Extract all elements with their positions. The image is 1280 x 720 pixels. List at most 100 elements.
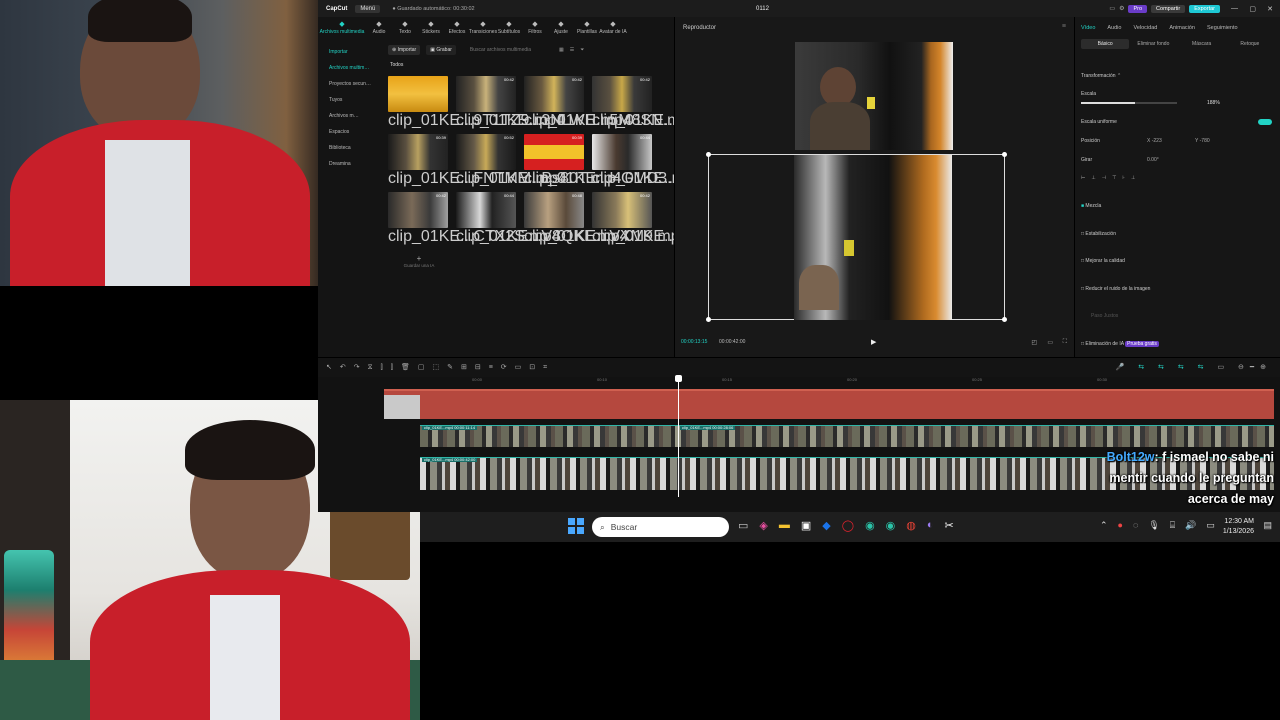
tool-adjust[interactable]: ◆ Ajuste [548,17,574,39]
media-item[interactable]: 00:44 clip_01KE...QCEAP.mp4 [592,134,767,187]
fullscreen-icon[interactable]: ⛶ [1063,339,1067,346]
maximize-icon[interactable]: ▢ [1249,5,1256,13]
edit-tools[interactable]: ↖↶↷⧖⫿⫿🗑▢⬚✎⊞⊟≡⟳▭⊡⌗ [326,363,555,372]
timeline-right-tools[interactable]: 🎤 ⇆ ⇆ ⇆ ⇆ ▭ ⊖━⊕ [1116,363,1272,371]
clock[interactable]: 12:30 AM 1/13/2026 [1223,517,1254,537]
filter-icon[interactable]: ⏷ [580,47,584,53]
battery-icon[interactable]: ▭ [1206,520,1215,531]
menu-button[interactable]: Menú [355,4,381,13]
capcut-icon[interactable]: ✂ [945,519,954,532]
start-icon[interactable] [568,518,584,534]
export-button[interactable]: Exportar [1189,4,1220,13]
tool-audio[interactable]: ◆ Audio [366,17,392,39]
opera-icon[interactable]: ◯ [842,519,854,532]
sidebar-item-3[interactable]: Tuyos [318,92,382,108]
edge-beta-icon[interactable]: ◉ [886,519,896,532]
props-subtab-0[interactable]: Básico [1081,39,1130,49]
playhead[interactable] [675,375,682,497]
media-item[interactable]: 00:52 clip_01KE...Bs80T.mp4 [456,134,621,187]
uniform-scale-toggle[interactable] [1258,119,1272,125]
props-tab-0[interactable]: Vídeo [1081,25,1095,31]
microphone-icon[interactable]: 🎙 [1148,520,1159,531]
props-tab-4[interactable]: Seguimiento [1207,25,1238,31]
tool-subtitles[interactable]: ◆ Subtítulos [496,17,522,39]
props-tab-1[interactable]: Audio [1107,25,1121,31]
props-subtab-3[interactable]: Retoque [1226,39,1274,49]
media-item[interactable]: 00:42 clip_01KE...6T730.mp4 [592,192,758,245]
grid-view-icon[interactable]: ▦ [559,47,564,53]
recording-icon[interactable]: ● [1118,520,1123,531]
outlook-icon[interactable]: ◆ [822,519,830,532]
media-item[interactable]: 00:44 clip_01KE...V8QKL.mp4 [456,192,629,245]
app-tray-icon[interactable]: ◌ [1133,520,1138,531]
store-icon[interactable]: ▣ [801,519,811,532]
tool-filters[interactable]: ◆ Filtros [522,17,548,39]
add-ai-button[interactable]: + Guardar una IA [394,254,444,268]
all-filter[interactable]: Todos [390,62,403,68]
sidebar-item-6[interactable]: Biblioteca [318,140,382,156]
audio-track[interactable] [384,389,1274,419]
import-button[interactable]: ⊕ Importar [388,45,421,55]
position-y[interactable]: Y -780 [1195,138,1210,144]
media-item[interactable]: clip_01KE...9T1TZ9.mp4 [388,76,565,129]
denoise-row[interactable]: □ Reducir el ruido de la imagen [1081,286,1150,292]
layout-icon[interactable]: ▭ [1109,5,1115,12]
sidebar-item-1[interactable]: Archivos multim… [318,60,382,76]
notifications-icon[interactable]: ▤ [1263,520,1272,531]
video-track-1[interactable]: clip_01KE...mp4 00:00:11:14 clip_01KE...… [420,425,1274,447]
align-icons[interactable]: ⊢⊥⊣⊤⊦⊥ [1081,175,1141,181]
media-item[interactable]: 00:42 clip_01KE...QR9FD.mp4 [592,76,767,129]
minimize-icon[interactable]: — [1231,5,1238,12]
media-item[interactable]: 00:48 clip_01KE...VXM9.mp4 [524,192,689,245]
record-button[interactable]: ▣ Grabar [426,45,456,55]
task-view-icon[interactable]: ▭ [738,519,748,532]
volume-icon[interactable]: 🔊 [1185,520,1196,531]
edge-icon[interactable]: ◉ [865,519,875,532]
props-tab-3[interactable]: Animación [1169,25,1195,31]
settings-icon[interactable]: ⚙ [1119,5,1124,12]
snapshot-icon[interactable]: ◰ [1031,339,1037,346]
media-item[interactable]: 00:39 clip_01KE...HGMD3.mp4 [524,134,703,187]
network-icon[interactable]: ⌸ [1170,520,1175,531]
discord-icon[interactable]: ◐ [927,519,934,532]
rotate-value[interactable]: 0.00° [1147,157,1159,163]
chrome-icon[interactable]: ◍ [906,519,916,532]
scale-slider[interactable] [1081,102,1177,104]
tool-transitions[interactable]: ◆ Transiciones [469,17,497,39]
player-menu-icon[interactable]: ≡ [1062,23,1066,30]
ai-remove-row[interactable]: □ Eliminación de IA Prueba gratis [1081,341,1159,347]
copilot-icon[interactable]: ◈ [759,519,767,532]
pro-badge[interactable]: Pro [1128,4,1148,13]
sidebar-item-7[interactable]: Dreamina [318,156,382,172]
play-icon[interactable]: ▶ [871,338,876,346]
close-icon[interactable]: ✕ [1267,5,1273,13]
preview-selected-clip[interactable] [706,152,1007,322]
sidebar-item-2[interactable]: Proyectos secun… [318,76,382,92]
sort-icon[interactable]: ☰ [570,47,574,53]
taskbar-search[interactable]: ⌕ Buscar [592,517,729,537]
tool-text[interactable]: ◆ Texto [392,17,418,39]
media-item[interactable]: 00:42 clip_01KE...5M8SN.mp4 [524,76,698,129]
share-button[interactable]: Compartir [1151,4,1186,13]
props-subtab-1[interactable]: Eliminar fondo [1129,39,1177,49]
enhance-row[interactable]: □ Mejorar la calidad [1081,258,1125,264]
scale-value[interactable]: 188% [1207,100,1220,106]
ratio-icon[interactable]: ▭ [1047,339,1053,346]
tool-templates[interactable]: ◆ Plantillas [574,17,600,39]
tool-sticker[interactable]: ◆ Stickers [418,17,444,39]
media-item[interactable]: 00:39 clip_01KE...FNTMM.mp4 [388,134,567,187]
sidebar-item-0[interactable]: Importar [318,44,382,60]
tool-media[interactable]: ◆ Archivos multimedia [318,17,366,39]
tool-effects[interactable]: ◆ Efectos [444,17,470,39]
media-search-input[interactable]: Buscar archivos multimedia [470,47,531,53]
props-tab-2[interactable]: Velocidad [1133,25,1157,31]
media-item[interactable]: 00:42 clip_01KE...3NLWH.mp4 [456,76,632,129]
sidebar-item-5[interactable]: Espacios [318,124,382,140]
chevron-up-icon[interactable]: ⌃ [1100,520,1108,531]
position-x[interactable]: X -223 [1147,138,1162,144]
props-subtab-2[interactable]: Máscara [1178,39,1226,49]
sidebar-item-4[interactable]: Archivos m… [318,108,382,124]
file-explorer-icon[interactable]: ▬ [779,519,790,532]
media-item[interactable]: 00:42 clip_01KE...CTX2S.mp4 [388,192,561,245]
stabilize-row[interactable]: □ Estabilización [1081,231,1116,237]
